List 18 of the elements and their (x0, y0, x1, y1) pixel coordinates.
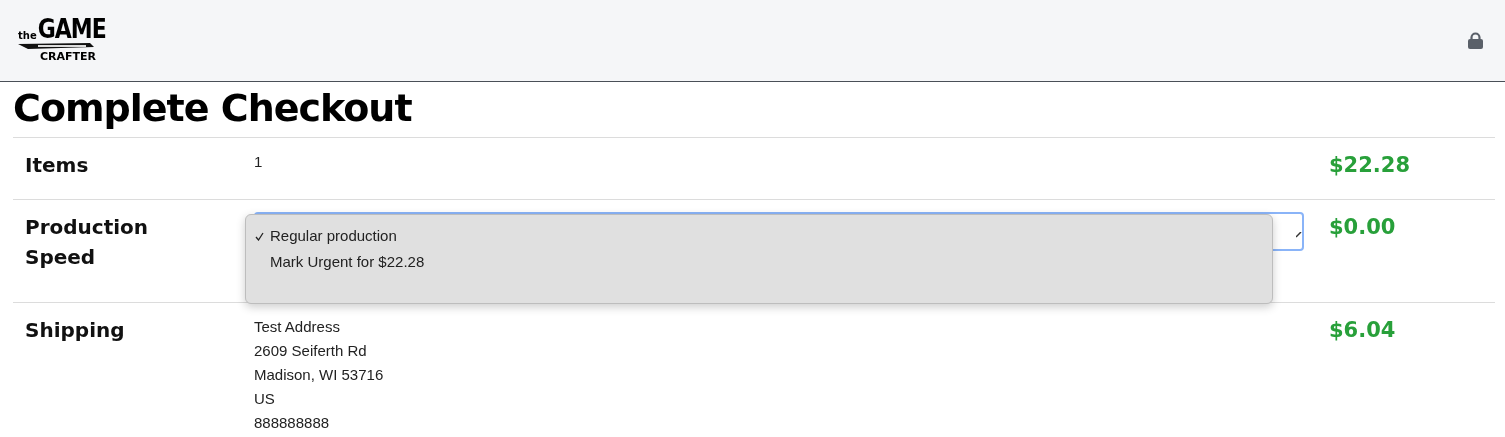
price: $6.04 (1328, 317, 1397, 344)
address-line: 2609 Seiferth Rd (254, 341, 368, 361)
item-count: 1 (254, 152, 264, 172)
page-title: Complete Checkout (13, 86, 413, 132)
lock-icon (1468, 32, 1483, 49)
address-line: Test Address (254, 317, 341, 337)
logo[interactable]: theGAME CRAFTER (18, 19, 106, 62)
address-line: 888888888 (254, 413, 331, 433)
price: $0.00 (1328, 214, 1397, 241)
price: $22.28 (1328, 152, 1412, 179)
dropdown-option[interactable]: Regular production (246, 223, 1272, 249)
row-label: Items (25, 152, 90, 179)
caret-icon (1296, 232, 1302, 238)
dropdown-option[interactable]: Mark Urgent for $22.28 (246, 249, 1272, 275)
row-label: Production Speed (25, 214, 150, 271)
row-label: Shipping (25, 317, 126, 344)
address-line: US (254, 389, 276, 409)
address-line: Madison, WI 53716 (254, 365, 385, 385)
